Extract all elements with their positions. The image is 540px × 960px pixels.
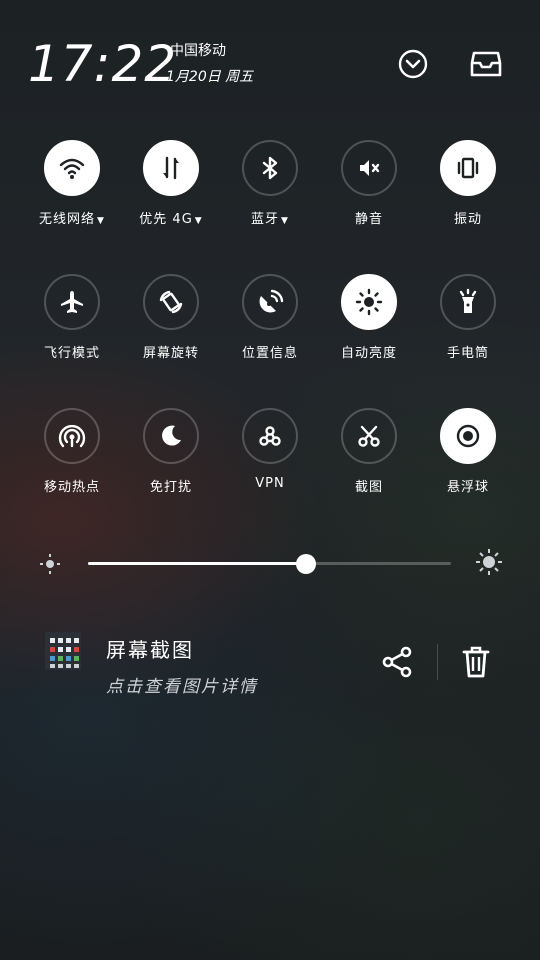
rotate-icon	[159, 290, 183, 314]
screenshot-notification[interactable]: 屏幕截图 点击查看图片详情	[0, 624, 540, 704]
tile-label-text: 位置信息	[241, 346, 298, 361]
brightness-thumb[interactable]	[295, 554, 316, 574]
tile-label-text: 无线网络	[39, 212, 96, 227]
caret-down-icon[interactable]: ▼	[281, 216, 289, 226]
expand-button[interactable]	[393, 44, 433, 84]
tile-toggle[interactable]	[341, 274, 397, 330]
tile-vpn[interactable]: VPN	[220, 408, 320, 491]
tile-label-text: 蓝牙	[251, 212, 280, 227]
tile-mute[interactable]: 静音	[319, 140, 419, 227]
flashlight-icon	[459, 288, 477, 313]
caret-down-icon[interactable]: ▼	[195, 216, 203, 226]
tile-label[interactable]: 无线网络 ▼	[22, 208, 122, 227]
tile-toggle[interactable]	[242, 408, 298, 464]
wifi-icon	[59, 158, 85, 179]
tile-label[interactable]: 优先 4G ▼	[121, 208, 221, 227]
tile-toggle[interactable]	[143, 408, 199, 464]
tile-moon[interactable]: 免打扰	[121, 408, 221, 495]
tile-wifi[interactable]: 无线网络 ▼	[22, 140, 122, 227]
inbox-icon	[470, 51, 502, 77]
tile-toggle[interactable]	[44, 274, 100, 330]
tile-label-text: 截图	[354, 480, 383, 495]
caret-down-icon[interactable]: ▼	[97, 216, 105, 226]
tile-toggle[interactable]	[143, 274, 199, 330]
tile-airplane[interactable]: 飞行模式	[22, 274, 122, 361]
tile-rotate[interactable]: 屏幕旋转	[121, 274, 221, 361]
tile-toggle[interactable]	[341, 408, 397, 464]
tile-label: 截图	[319, 476, 419, 495]
airplane-icon	[61, 291, 83, 313]
tile-bluetooth[interactable]: 蓝牙 ▼	[220, 140, 320, 227]
tile-scissors[interactable]: 截图	[319, 408, 419, 495]
tile-auto-brightness[interactable]: 自动亮度	[319, 274, 419, 361]
tile-toggle[interactable]	[341, 140, 397, 196]
tile-label-text: 静音	[354, 212, 383, 227]
tile-toggle[interactable]	[440, 408, 496, 464]
tile-toggle[interactable]	[242, 140, 298, 196]
tile-label-text: VPN	[255, 476, 285, 491]
moon-icon	[162, 425, 181, 446]
brightness-track[interactable]	[88, 554, 451, 574]
bluetooth-icon	[262, 156, 278, 180]
tile-floating-ball[interactable]: 悬浮球	[418, 408, 518, 495]
tile-label-text: 飞行模式	[43, 346, 100, 361]
tile-label: 自动亮度	[319, 342, 419, 361]
tile-toggle[interactable]	[44, 140, 100, 196]
status-header: 17:22 中国移动 1月20日 周五	[28, 30, 540, 100]
tile-label: 静音	[319, 208, 419, 227]
brightness-fill	[88, 562, 306, 565]
tile-toggle[interactable]	[242, 274, 298, 330]
tile-label[interactable]: 蓝牙 ▼	[220, 208, 320, 227]
tile-label-text: 屏幕旋转	[142, 346, 199, 361]
data-transfer-icon	[163, 156, 179, 180]
tile-label: 飞行模式	[22, 342, 122, 361]
tile-label-text: 优先 4G	[139, 212, 193, 227]
date: 1月20日 周五	[166, 69, 254, 85]
trash-icon[interactable]	[458, 644, 494, 680]
tile-label: VPN	[220, 476, 320, 491]
brightness-slider[interactable]	[0, 548, 540, 578]
carrier-name: 中国移动	[170, 43, 226, 59]
clock: 17:22	[28, 35, 178, 93]
tile-data-transfer[interactable]: 优先 4G ▼	[121, 140, 221, 227]
tile-vibrate[interactable]: 振动	[418, 140, 518, 227]
tile-label-text: 自动亮度	[340, 346, 397, 361]
brightness-low-icon	[40, 554, 60, 574]
hotspot-icon	[58, 424, 86, 448]
tile-label: 免打扰	[121, 476, 221, 495]
tile-label: 手电筒	[418, 342, 518, 361]
scissors-icon	[358, 425, 380, 447]
share-icon[interactable]	[380, 644, 416, 680]
notification-inbox-button[interactable]	[466, 44, 506, 84]
tile-location[interactable]: 位置信息	[220, 274, 320, 361]
mute-icon	[360, 160, 380, 176]
brightness-high-icon	[476, 549, 502, 575]
notification-subtitle: 点击查看图片详情	[106, 677, 258, 697]
tile-label: 位置信息	[220, 342, 320, 361]
tile-label: 移动热点	[22, 476, 122, 495]
tile-label: 屏幕旋转	[121, 342, 221, 361]
tile-label-text: 免打扰	[149, 480, 192, 495]
location-icon	[259, 289, 284, 313]
screenshot-thumbnail	[45, 632, 81, 670]
tile-toggle[interactable]	[44, 408, 100, 464]
divider	[437, 644, 438, 680]
tile-label: 振动	[418, 208, 518, 227]
tile-label-text: 移动热点	[43, 480, 100, 495]
tile-toggle[interactable]	[440, 140, 496, 196]
tile-hotspot[interactable]: 移动热点	[22, 408, 122, 495]
tile-toggle[interactable]	[143, 140, 199, 196]
tile-label-text: 振动	[453, 212, 482, 227]
floating-ball-icon	[456, 424, 480, 448]
tile-flashlight[interactable]: 手电筒	[418, 274, 518, 361]
notification-title: 屏幕截图	[106, 638, 194, 662]
chevron-down-icon	[398, 49, 428, 79]
vpn-icon	[259, 426, 281, 446]
tile-label-text: 手电筒	[446, 346, 489, 361]
vibrate-icon	[457, 157, 479, 179]
tile-toggle[interactable]	[440, 274, 496, 330]
auto-brightness-icon	[355, 288, 383, 316]
tile-label-text: 悬浮球	[446, 480, 489, 495]
tile-label: 悬浮球	[418, 476, 518, 495]
